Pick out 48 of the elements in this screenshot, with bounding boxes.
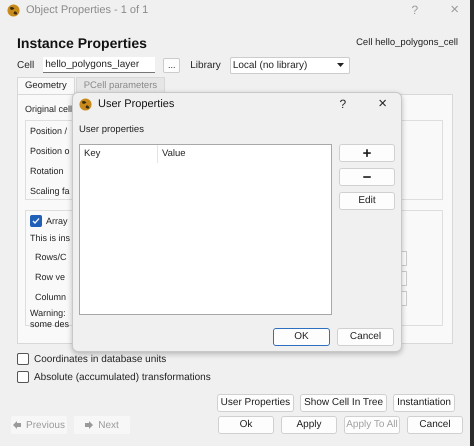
footer-button[interactable]: Ok (218, 416, 274, 434)
dropdown-caret-icon (336, 63, 344, 67)
field-label: Row ve (35, 271, 66, 284)
action-button[interactable]: Show Cell In Tree (300, 394, 388, 412)
edit-button[interactable]: Edit (339, 192, 395, 210)
dialog-button[interactable]: OK (273, 328, 330, 346)
field-label: Rotation (30, 165, 64, 178)
globe-logo-icon (79, 98, 92, 110)
dialog-caption: User properties (79, 123, 145, 137)
icon-button[interactable]: − (339, 168, 395, 186)
dialog-button[interactable]: Cancel (337, 328, 394, 346)
library-label: Library (190, 58, 221, 72)
action-button[interactable]: User Properties (216, 394, 294, 412)
group-title: Position / (30, 124, 68, 138)
field-label: Position o (30, 145, 70, 158)
close-button[interactable]: × (378, 92, 387, 116)
globe-logo-icon (7, 4, 20, 16)
action-button[interactable]: Instantiation (393, 394, 455, 412)
checkbox[interactable] (17, 371, 29, 383)
warning-text: some des (30, 318, 70, 330)
tab[interactable]: Geometry (17, 77, 75, 94)
cell-input[interactable]: hello_polygons_layer (43, 57, 156, 73)
original-cell-label: Original cell (25, 103, 72, 116)
left-arrow-icon (13, 421, 22, 429)
cell-caption: Cell hello_polygons_cell (356, 36, 458, 50)
array-checkbox-label: Array (46, 214, 68, 228)
cell-label: Cell (17, 58, 34, 72)
icon-button[interactable]: + (339, 144, 395, 162)
library-select[interactable]: Local (no library) (230, 56, 350, 74)
array-note: This is ins (30, 232, 70, 245)
help-button[interactable]: ? (340, 95, 346, 113)
section-title: Instance Properties (17, 34, 147, 53)
column-header[interactable]: Value (158, 145, 331, 164)
field-label: Scaling fa (30, 184, 70, 198)
option-label: Absolute (accumulated) transformations (34, 370, 211, 384)
field-label: Column (35, 291, 66, 304)
checkbox[interactable] (30, 215, 42, 228)
right-arrow-icon (85, 421, 94, 429)
column-header[interactable]: Key (80, 145, 158, 164)
field-label: Rows/C (35, 251, 67, 264)
warning-text: Warning: (30, 308, 66, 318)
footer-button[interactable]: Cancel (407, 416, 463, 434)
window-title: Object Properties - 1 of 1 (26, 2, 148, 18)
footer-button[interactable]: Apply (281, 416, 337, 434)
checkbox[interactable] (17, 353, 29, 365)
browse-button[interactable]: ... (163, 58, 180, 72)
dialog-title: User Properties (98, 96, 174, 112)
option-label: Coordinates in database units (34, 352, 166, 366)
